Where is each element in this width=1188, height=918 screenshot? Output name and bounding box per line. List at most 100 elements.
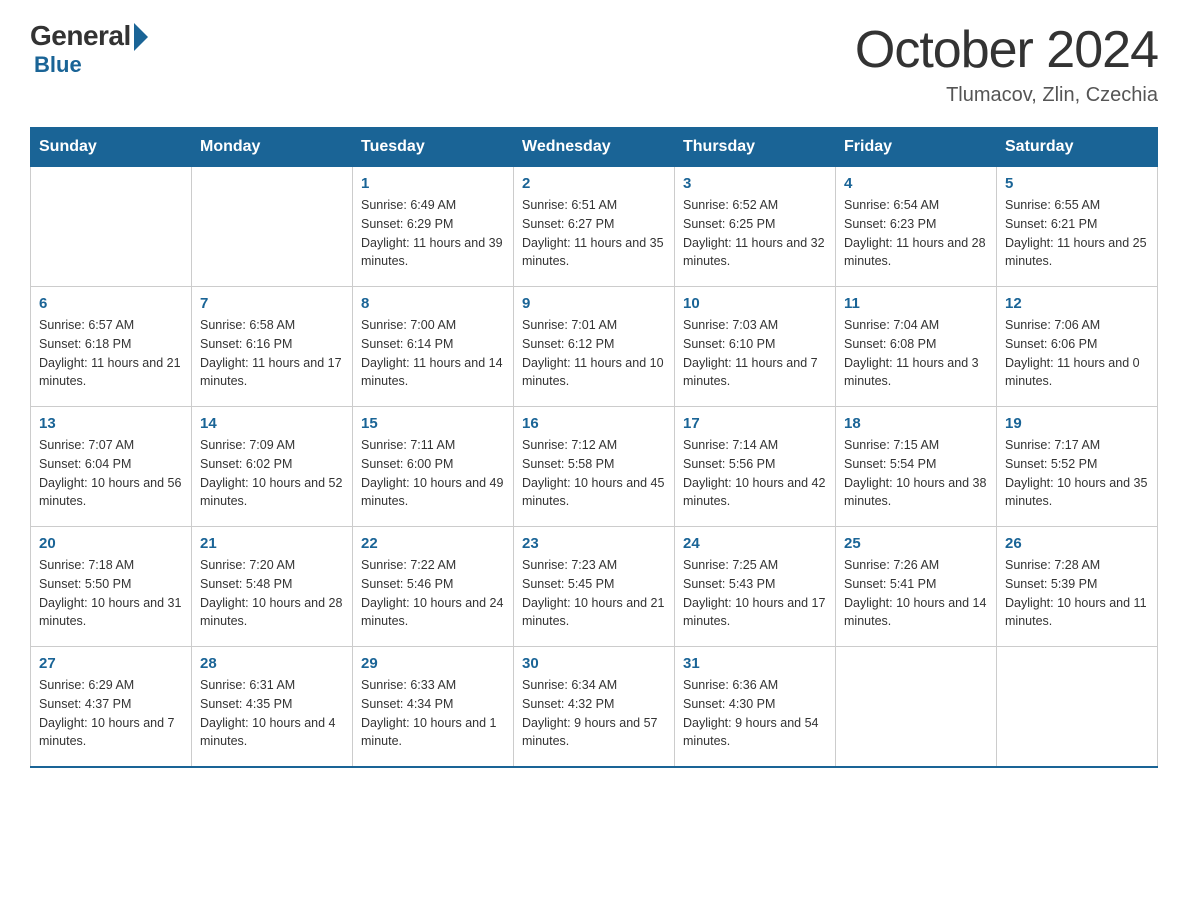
day-info: Sunrise: 7:20 AMSunset: 5:48 PMDaylight:… (200, 556, 344, 631)
day-number: 18 (844, 415, 988, 432)
day-number: 7 (200, 295, 344, 312)
calendar-day-cell: 10 Sunrise: 7:03 AMSunset: 6:10 PMDayligh… (675, 287, 836, 407)
day-info: Sunrise: 6:55 AMSunset: 6:21 PMDaylight:… (1005, 196, 1149, 271)
day-number: 6 (39, 295, 183, 312)
calendar-day-cell (836, 647, 997, 767)
day-number: 19 (1005, 415, 1149, 432)
calendar-day-cell: 6 Sunrise: 6:57 AMSunset: 6:18 PMDaylight… (31, 287, 192, 407)
calendar-day-cell: 23 Sunrise: 7:23 AMSunset: 5:45 PMDayligh… (514, 527, 675, 647)
day-info: Sunrise: 6:33 AMSunset: 4:34 PMDaylight:… (361, 676, 505, 751)
day-info: Sunrise: 7:12 AMSunset: 5:58 PMDaylight:… (522, 436, 666, 511)
day-number: 30 (522, 655, 666, 672)
day-info: Sunrise: 7:09 AMSunset: 6:02 PMDaylight:… (200, 436, 344, 511)
day-info: Sunrise: 7:07 AMSunset: 6:04 PMDaylight:… (39, 436, 183, 511)
day-info: Sunrise: 7:26 AMSunset: 5:41 PMDaylight:… (844, 556, 988, 631)
calendar-day-cell (192, 167, 353, 287)
calendar-day-cell: 4Sunrise: 6:54 AMSunset: 6:23 PMDaylight… (836, 167, 997, 287)
calendar-header-row: SundayMondayTuesdayWednesdayThursdayFrid… (31, 128, 1158, 167)
calendar-day-cell: 13 Sunrise: 7:07 AMSunset: 6:04 PMDayligh… (31, 407, 192, 527)
calendar-week-row: 6 Sunrise: 6:57 AMSunset: 6:18 PMDaylight… (31, 287, 1158, 407)
month-title: October 2024 (855, 20, 1158, 80)
day-number: 23 (522, 535, 666, 552)
day-number: 12 (1005, 295, 1149, 312)
calendar-day-cell: 8Sunrise: 7:00 AMSunset: 6:14 PMDaylight… (353, 287, 514, 407)
calendar-day-cell: 14 Sunrise: 7:09 AMSunset: 6:02 PMDayligh… (192, 407, 353, 527)
page-header: General Blue October 2024 Tlumacov, Zlin… (30, 20, 1158, 107)
day-of-week-header: Saturday (997, 128, 1158, 167)
day-info: Sunrise: 7:15 AMSunset: 5:54 PMDaylight:… (844, 436, 988, 511)
calendar-day-cell: 16 Sunrise: 7:12 AMSunset: 5:58 PMDayligh… (514, 407, 675, 527)
day-of-week-header: Friday (836, 128, 997, 167)
day-of-week-header: Thursday (675, 128, 836, 167)
calendar-day-cell: 24 Sunrise: 7:25 AMSunset: 5:43 PMDayligh… (675, 527, 836, 647)
day-info: Sunrise: 7:17 AMSunset: 5:52 PMDaylight:… (1005, 436, 1149, 511)
day-number: 14 (200, 415, 344, 432)
calendar-week-row: 20 Sunrise: 7:18 AMSunset: 5:50 PMDayligh… (31, 527, 1158, 647)
calendar-day-cell: 19 Sunrise: 7:17 AMSunset: 5:52 PMDayligh… (997, 407, 1158, 527)
day-info: Sunrise: 6:52 AMSunset: 6:25 PMDaylight:… (683, 196, 827, 271)
calendar-day-cell: 9Sunrise: 7:01 AMSunset: 6:12 PMDaylight… (514, 287, 675, 407)
day-info: Sunrise: 7:28 AMSunset: 5:39 PMDaylight:… (1005, 556, 1149, 631)
day-number: 21 (200, 535, 344, 552)
day-info: Sunrise: 6:58 AMSunset: 6:16 PMDaylight:… (200, 316, 344, 391)
calendar-day-cell: 26Sunrise: 7:28 AMSunset: 5:39 PMDayligh… (997, 527, 1158, 647)
day-info: Sunrise: 7:18 AMSunset: 5:50 PMDaylight:… (39, 556, 183, 631)
day-info: Sunrise: 6:57 AMSunset: 6:18 PMDaylight:… (39, 316, 183, 391)
day-number: 1 (361, 175, 505, 192)
calendar-day-cell: 7 Sunrise: 6:58 AMSunset: 6:16 PMDaylight… (192, 287, 353, 407)
day-number: 27 (39, 655, 183, 672)
day-number: 13 (39, 415, 183, 432)
day-info: Sunrise: 7:04 AMSunset: 6:08 PMDaylight:… (844, 316, 988, 391)
calendar-week-row: 13 Sunrise: 7:07 AMSunset: 6:04 PMDayligh… (31, 407, 1158, 527)
day-number: 22 (361, 535, 505, 552)
day-number: 28 (200, 655, 344, 672)
calendar-day-cell: 20 Sunrise: 7:18 AMSunset: 5:50 PMDayligh… (31, 527, 192, 647)
day-number: 25 (844, 535, 988, 552)
calendar-week-row: 27Sunrise: 6:29 AMSunset: 4:37 PMDayligh… (31, 647, 1158, 767)
day-info: Sunrise: 6:51 AMSunset: 6:27 PMDaylight:… (522, 196, 666, 271)
day-number: 3 (683, 175, 827, 192)
calendar-day-cell: 31Sunrise: 6:36 AMSunset: 4:30 PMDayligh… (675, 647, 836, 767)
logo-arrow-icon (134, 23, 148, 51)
day-number: 16 (522, 415, 666, 432)
location-subtitle: Tlumacov, Zlin, Czechia (855, 84, 1158, 107)
calendar-day-cell (997, 647, 1158, 767)
day-info: Sunrise: 6:34 AMSunset: 4:32 PMDaylight:… (522, 676, 666, 751)
day-info: Sunrise: 6:54 AMSunset: 6:23 PMDaylight:… (844, 196, 988, 271)
day-number: 2 (522, 175, 666, 192)
day-info: Sunrise: 6:31 AMSunset: 4:35 PMDaylight:… (200, 676, 344, 751)
day-number: 9 (522, 295, 666, 312)
calendar-day-cell: 29 Sunrise: 6:33 AMSunset: 4:34 PMDayligh… (353, 647, 514, 767)
day-number: 5 (1005, 175, 1149, 192)
day-info: Sunrise: 7:23 AMSunset: 5:45 PMDaylight:… (522, 556, 666, 631)
day-of-week-header: Wednesday (514, 128, 675, 167)
day-number: 15 (361, 415, 505, 432)
calendar-day-cell: 28 Sunrise: 6:31 AMSunset: 4:35 PMDayligh… (192, 647, 353, 767)
day-number: 20 (39, 535, 183, 552)
logo-blue-text: Blue (34, 52, 82, 78)
calendar-table: SundayMondayTuesdayWednesdayThursdayFrid… (30, 127, 1158, 768)
day-number: 10 (683, 295, 827, 312)
day-info: Sunrise: 7:25 AMSunset: 5:43 PMDaylight:… (683, 556, 827, 631)
calendar-day-cell: 15Sunrise: 7:11 AMSunset: 6:00 PMDayligh… (353, 407, 514, 527)
calendar-day-cell (31, 167, 192, 287)
calendar-day-cell: 3 Sunrise: 6:52 AMSunset: 6:25 PMDaylight… (675, 167, 836, 287)
day-of-week-header: Sunday (31, 128, 192, 167)
calendar-week-row: 1 Sunrise: 6:49 AMSunset: 6:29 PMDaylight… (31, 167, 1158, 287)
day-number: 29 (361, 655, 505, 672)
day-info: Sunrise: 7:22 AMSunset: 5:46 PMDaylight:… (361, 556, 505, 631)
calendar-day-cell: 12 Sunrise: 7:06 AMSunset: 6:06 PMDayligh… (997, 287, 1158, 407)
day-number: 11 (844, 295, 988, 312)
logo-general-text: General (30, 20, 131, 52)
day-info: Sunrise: 6:49 AMSunset: 6:29 PMDaylight:… (361, 196, 505, 271)
calendar-day-cell: 2 Sunrise: 6:51 AMSunset: 6:27 PMDaylight… (514, 167, 675, 287)
day-info: Sunrise: 7:00 AMSunset: 6:14 PMDaylight:… (361, 316, 505, 391)
calendar-day-cell: 1 Sunrise: 6:49 AMSunset: 6:29 PMDaylight… (353, 167, 514, 287)
calendar-day-cell: 18 Sunrise: 7:15 AMSunset: 5:54 PMDayligh… (836, 407, 997, 527)
day-number: 24 (683, 535, 827, 552)
calendar-day-cell: 30 Sunrise: 6:34 AMSunset: 4:32 PMDayligh… (514, 647, 675, 767)
day-info: Sunrise: 7:03 AMSunset: 6:10 PMDaylight:… (683, 316, 827, 391)
day-of-week-header: Monday (192, 128, 353, 167)
day-info: Sunrise: 7:06 AMSunset: 6:06 PMDaylight:… (1005, 316, 1149, 391)
calendar-day-cell: 5 Sunrise: 6:55 AMSunset: 6:21 PMDaylight… (997, 167, 1158, 287)
